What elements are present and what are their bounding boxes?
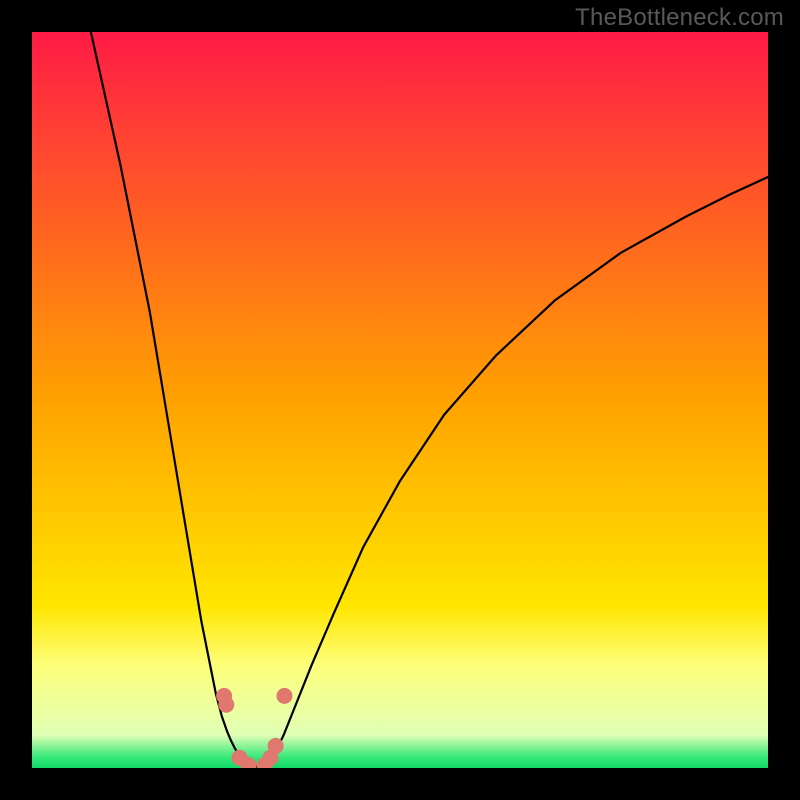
gradient-background: [32, 32, 768, 768]
marker-point-1: [218, 697, 234, 713]
chart-svg: [32, 32, 768, 768]
watermark-text: TheBottleneck.com: [575, 4, 784, 32]
marker-point-6: [268, 738, 284, 754]
plot-area: [32, 32, 768, 768]
chart-frame: TheBottleneck.com: [0, 0, 800, 800]
marker-point-7: [276, 688, 292, 704]
